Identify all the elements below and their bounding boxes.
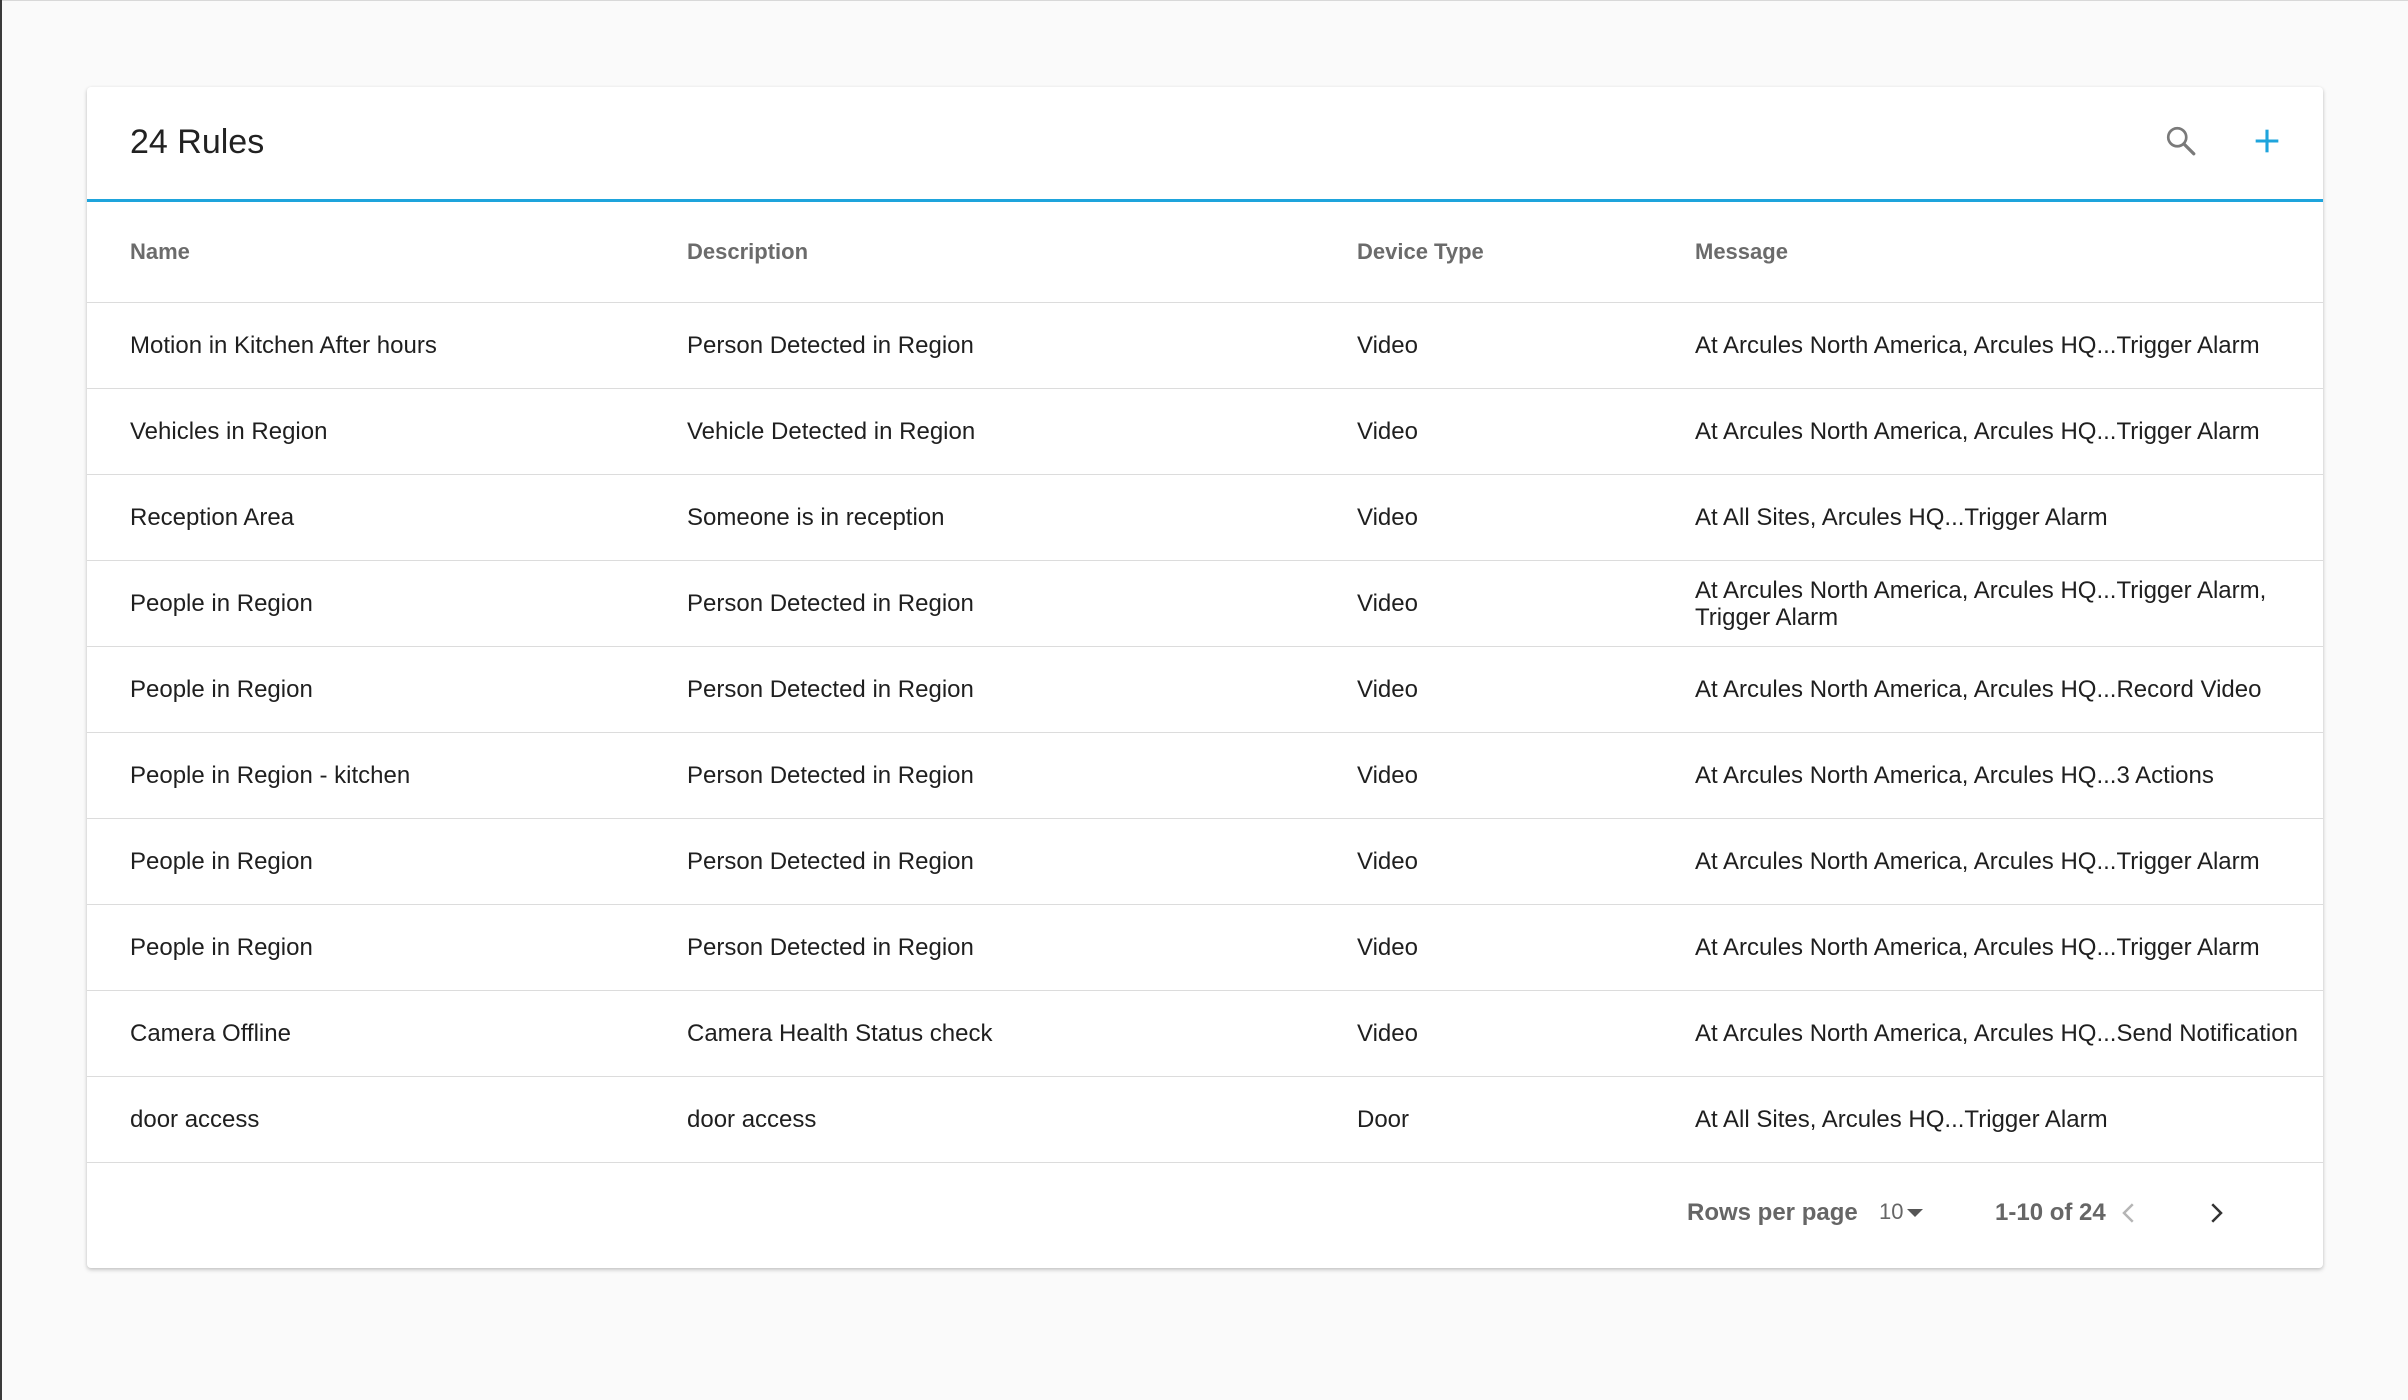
cell-name: Camera Offline xyxy=(87,990,687,1077)
rules-table: Name Description Device Type Message Mot… xyxy=(87,202,2323,1163)
rows-per-page-label: Rows per page xyxy=(1687,1199,1858,1226)
cell-name: People in Region xyxy=(87,818,687,905)
table-row[interactable]: Camera Offline Camera Health Status check… xyxy=(87,990,2323,1077)
caret-down-icon xyxy=(1907,1209,1924,1217)
cell-name: Vehicles in Region xyxy=(87,388,687,475)
cell-name: Motion in Kitchen After hours xyxy=(87,302,687,389)
column-header-device-type[interactable]: Device Type xyxy=(1357,202,1695,303)
cell-message: At All Sites, Arcules HQ...Trigger Alarm xyxy=(1695,474,2323,561)
search-button[interactable] xyxy=(2153,113,2209,169)
window-left-border xyxy=(0,0,2,1400)
chevron-right-icon xyxy=(2211,1203,2223,1223)
cell-message: At Arcules North America, Arcules HQ...T… xyxy=(1695,302,2323,389)
table-row[interactable]: People in Region Person Detected in Regio… xyxy=(87,904,2323,991)
cell-name: door access xyxy=(87,1076,687,1163)
rules-card: 24 Rules Name Description Device Type Me… xyxy=(87,87,2323,1268)
cell-description: Person Detected in Region xyxy=(687,646,1357,733)
table-pagination: Rows per page 10 1-10 of 24 xyxy=(87,1163,2323,1263)
search-icon xyxy=(2166,126,2196,156)
pagination-range: 1-10 of 24 xyxy=(1995,1199,2106,1226)
next-page-button[interactable] xyxy=(2188,1185,2244,1241)
cell-description: Person Detected in Region xyxy=(687,732,1357,819)
table-row[interactable]: Vehicles in Region Vehicle Detected in Re… xyxy=(87,388,2323,475)
chevron-left-icon xyxy=(2122,1203,2134,1223)
cell-message: At Arcules North America, Arcules HQ...T… xyxy=(1695,388,2323,475)
page-title: 24 Rules xyxy=(130,123,265,161)
cell-description: Person Detected in Region xyxy=(687,560,1357,647)
cell-device-type: Video xyxy=(1357,732,1695,819)
column-header-message[interactable]: Message xyxy=(1695,202,2323,303)
previous-page-button[interactable] xyxy=(2101,1185,2157,1241)
table-row[interactable]: People in Region Person Detected in Regio… xyxy=(87,560,2323,647)
cell-message: At Arcules North America, Arcules HQ...T… xyxy=(1695,904,2323,991)
cell-device-type: Video xyxy=(1357,302,1695,389)
card-header: 24 Rules xyxy=(87,87,2323,202)
cell-name: People in Region xyxy=(87,646,687,733)
table-row[interactable]: People in Region Person Detected in Regio… xyxy=(87,646,2323,733)
table-row[interactable]: door access door access Door At All Sites, … xyxy=(87,1076,2323,1163)
cell-description: Camera Health Status check xyxy=(687,990,1357,1077)
cell-message: At All Sites, Arcules HQ...Trigger Alarm xyxy=(1695,1076,2323,1163)
cell-description: Person Detected in Region xyxy=(687,904,1357,991)
window-top-border xyxy=(0,0,2408,1)
cell-name: Reception Area xyxy=(87,474,687,561)
cell-device-type: Door xyxy=(1357,1076,1695,1163)
cell-device-type: Video xyxy=(1357,388,1695,475)
rows-per-page-select[interactable]: 10 xyxy=(1879,1199,1924,1225)
cell-message: At Arcules North America, Arcules HQ...T… xyxy=(1695,818,2323,905)
plus-icon xyxy=(2255,129,2279,153)
cell-description: Person Detected in Region xyxy=(687,302,1357,389)
cell-device-type: Video xyxy=(1357,990,1695,1077)
cell-message: At Arcules North America, Arcules HQ...R… xyxy=(1695,646,2323,733)
table-row[interactable]: Reception Area Someone is in reception Vid… xyxy=(87,474,2323,561)
cell-description: Vehicle Detected in Region xyxy=(687,388,1357,475)
cell-name: People in Region - kitchen xyxy=(87,732,687,819)
cell-name: People in Region xyxy=(87,904,687,991)
cell-description: Person Detected in Region xyxy=(687,818,1357,905)
cell-message: At Arcules North America, Arcules HQ...3… xyxy=(1695,732,2323,819)
cell-device-type: Video xyxy=(1357,818,1695,905)
cell-device-type: Video xyxy=(1357,474,1695,561)
column-header-name[interactable]: Name xyxy=(87,202,687,303)
rows-per-page-value: 10 xyxy=(1879,1199,1904,1224)
table-row[interactable]: People in Region - kitchen Person Detecte… xyxy=(87,732,2323,819)
cell-device-type: Video xyxy=(1357,560,1695,647)
add-rule-button[interactable] xyxy=(2239,113,2295,169)
cell-message: At Arcules North America, Arcules HQ...S… xyxy=(1695,990,2323,1077)
cell-message: At Arcules North America, Arcules HQ...T… xyxy=(1695,560,2323,647)
cell-description: door access xyxy=(687,1076,1357,1163)
cell-device-type: Video xyxy=(1357,904,1695,991)
cell-name: People in Region xyxy=(87,560,687,647)
cell-description: Someone is in reception xyxy=(687,474,1357,561)
column-header-description[interactable]: Description xyxy=(687,202,1357,303)
table-header-row: Name Description Device Type Message xyxy=(87,202,2323,303)
table-row[interactable]: People in Region Person Detected in Regio… xyxy=(87,818,2323,905)
cell-device-type: Video xyxy=(1357,646,1695,733)
table-row[interactable]: Motion in Kitchen After hours Person Dete… xyxy=(87,302,2323,389)
